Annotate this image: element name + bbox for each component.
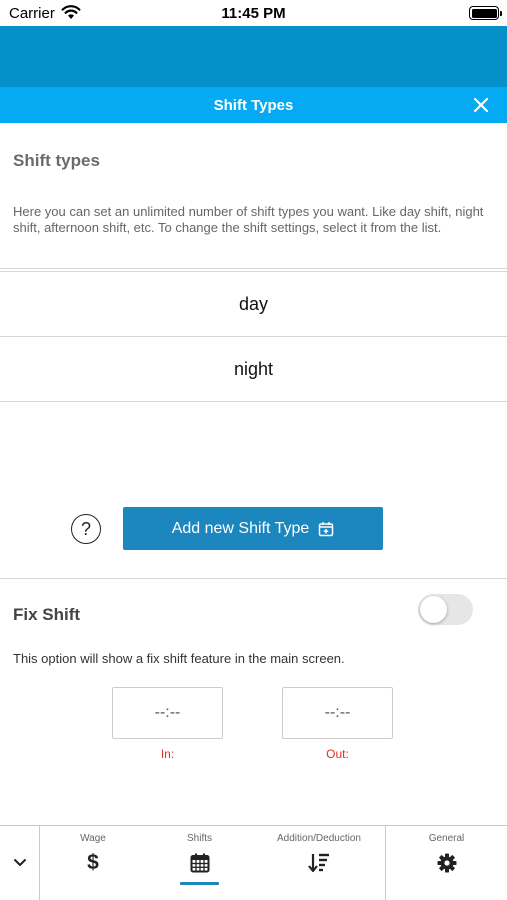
calendar-icon bbox=[190, 851, 210, 875]
tab-wage[interactable]: Wage $ bbox=[40, 826, 146, 900]
status-bar: Carrier 11:45 PM bbox=[0, 0, 507, 26]
tab-general[interactable]: General bbox=[386, 826, 507, 900]
section-title: Shift types bbox=[13, 151, 100, 170]
close-icon[interactable] bbox=[471, 95, 491, 115]
shift-type-name: day bbox=[238, 293, 269, 314]
add-shift-type-button[interactable]: Add new Shift Type bbox=[123, 507, 383, 550]
clock: 11:45 PM bbox=[221, 5, 286, 22]
calendar-plus-icon bbox=[319, 521, 334, 536]
page-title: Shift Types bbox=[213, 97, 294, 114]
fix-shift-in-time[interactable]: --:-- bbox=[112, 687, 223, 739]
in-time-value: --:-- bbox=[154, 704, 181, 721]
question-mark-icon: ? bbox=[80, 518, 91, 539]
fix-shift-out-time[interactable]: --:-- bbox=[282, 687, 393, 739]
fix-shift-toggle[interactable] bbox=[418, 594, 473, 625]
section-description: Here you can set an unlimited number of … bbox=[13, 204, 484, 235]
title-bar: Shift Types bbox=[0, 87, 507, 123]
tab-label: Addition/Deduction bbox=[277, 833, 361, 844]
add-shift-type-label: Add new Shift Type bbox=[171, 519, 310, 537]
help-button[interactable]: ? bbox=[71, 514, 101, 544]
shift-type-item-day[interactable]: day bbox=[0, 272, 507, 336]
dollar-icon: $ bbox=[87, 851, 99, 874]
battery-icon bbox=[469, 6, 502, 20]
fix-shift-description: This option will show a fix shift featur… bbox=[13, 651, 345, 666]
collapse-button[interactable] bbox=[0, 826, 40, 900]
tab-label: Wage bbox=[80, 833, 106, 844]
fix-shift-title: Fix Shift bbox=[13, 605, 81, 624]
out-time-value: --:-- bbox=[324, 704, 351, 721]
gear-icon bbox=[437, 851, 457, 875]
in-time-label: In: bbox=[160, 747, 175, 761]
active-tab-indicator bbox=[180, 882, 219, 885]
divider bbox=[0, 401, 507, 402]
shift-type-item-night[interactable]: night bbox=[0, 337, 507, 401]
divider bbox=[0, 578, 507, 579]
shift-type-name: night bbox=[233, 358, 274, 379]
chevron-down-icon bbox=[13, 859, 26, 866]
sort-icon bbox=[308, 851, 330, 875]
out-time-label: Out: bbox=[326, 747, 349, 761]
bottom-tab-bar: Wage $ Shifts Addition/Deduction General bbox=[0, 825, 507, 900]
tab-shifts[interactable]: Shifts bbox=[146, 826, 253, 900]
tab-addition-deduction[interactable]: Addition/Deduction bbox=[253, 826, 385, 900]
tab-label: General bbox=[428, 833, 465, 844]
tab-label: Shifts bbox=[186, 833, 212, 844]
toggle-knob bbox=[420, 596, 447, 623]
divider bbox=[0, 268, 507, 269]
app-header bbox=[0, 26, 507, 87]
